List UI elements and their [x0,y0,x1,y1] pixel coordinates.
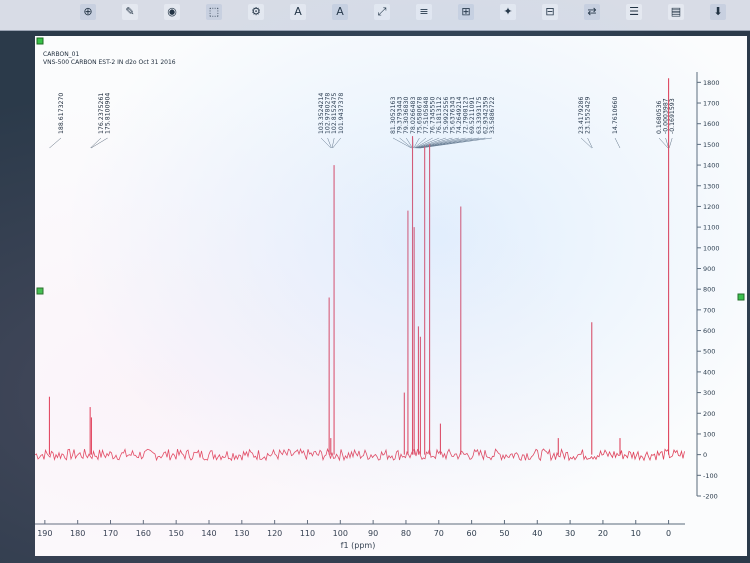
toolbar-button-11[interactable]: ⊟ [542,4,558,20]
x-tick-label: 190 [37,529,52,538]
toolbar-button-10[interactable]: ✦ [500,4,516,20]
peak-label-connector [392,137,412,149]
toolbar-button-2[interactable]: ◉ [164,4,180,20]
x-tick-label: 100 [333,529,348,538]
y-ticks: 1800170016001500140013001200110010009008… [697,79,720,501]
y-tick-label: 1200 [703,203,720,211]
y-tick-label: 1600 [703,120,720,128]
spectrum-peaks [48,78,670,455]
peak-label: 14.7610660 [612,97,619,134]
toolbar-button-1[interactable]: ✎ [122,4,138,20]
y-tick-label: 600 [703,327,715,335]
y-tick-label: -200 [703,493,718,501]
y-tick-label: 1100 [703,224,720,232]
toolbar-button-7[interactable]: ⤢ [374,4,390,20]
toolbar-button-4[interactable]: ⚙ [248,4,264,20]
x-ticks: 190 180 170 160 150 140 130 120 110 100 90 80 70 60 50… [37,520,671,538]
x-tick-label: 40 [532,529,542,538]
y-tick-label: 1700 [703,100,720,108]
y-tick-label: 1500 [703,141,720,149]
peak-label-connector [416,137,453,149]
header-line-1: CARBON_01 [43,51,80,58]
y-tick-label: -100 [703,472,718,480]
peak-label-connector [658,137,669,149]
x-tick-label: 70 [434,529,444,538]
x-tick-label: 160 [136,529,151,538]
y-tick-label: 200 [703,410,715,418]
x-tick-label: 10 [631,529,641,538]
x-tick-label: 170 [103,529,118,538]
peak-label-connector [668,137,673,149]
y-tick-label: 1000 [703,244,720,252]
spectrum-baseline-noise [34,447,685,462]
x-tick-label: 130 [234,529,249,538]
x-tick-label: 180 [70,529,85,538]
y-tick-label: 700 [703,306,715,314]
peak-label: 175.8100904 [105,93,112,134]
y-tick-label: 0 [703,451,707,459]
peak-label-connector [405,137,413,149]
toolbar-button-8[interactable]: ≡ [416,4,432,20]
peak-label-connectors [49,137,673,149]
toolbar-button-12[interactable]: ⇄ [584,4,600,20]
x-tick-label: 80 [401,529,411,538]
corner-handle-top-left[interactable] [36,37,44,45]
x-tick-label: 60 [467,529,477,538]
y-tick-label: 300 [703,389,715,397]
toolbar-button-13[interactable]: ☰ [626,4,642,20]
x-tick-label: 120 [267,529,282,538]
spectrum-canvas: CARBON_01 VNS-500 CARBON EST-2 IN d2o Oc… [34,36,747,556]
y-tick-label: 1800 [703,79,720,87]
y-tick-label: 800 [703,286,715,294]
x-tick-label: 110 [300,529,315,538]
x-tick-label: 30 [565,529,575,538]
x-tick-label: 150 [169,529,184,538]
peak-label-connector [399,137,413,149]
peak-label-connector [49,137,62,149]
header-line-2: VNS-500 CARBON EST-2 IN d2o Oct 31 2016 [43,59,176,66]
toolbar-button-14[interactable]: ▤ [668,4,684,20]
toolbar-button-9[interactable]: ⊞ [458,4,474,20]
x-tick-label: 50 [499,529,509,538]
y-tick-label: 900 [703,265,715,273]
y-tick-label: 1300 [703,182,720,190]
x-tick-label: 0 [666,529,671,538]
toolbar-button-6[interactable]: A [332,4,348,20]
peak-labels: 188.6173270 176.2375261 175.8100904 103.352… [58,93,676,134]
nmr-spectrum-chart: CARBON_01 VNS-500 CARBON EST-2 IN d2o Oc… [34,37,745,550]
corner-handle-right-mid[interactable] [737,293,745,301]
y-tick-label: 500 [703,348,715,356]
peak-label-connector [614,137,621,149]
x-tick-label: 20 [598,529,608,538]
y-tick-label: 100 [703,430,715,438]
screen: ⊕ ✎ ◉ ⬚ ⚙ A A ⤢ ≡ ⊞ ✦ ⊟ ⇄ ☰ ▤ ⬇ CARBON_01 VNS-500 CARBO… [0,0,750,563]
toolbar-button-0[interactable]: ⊕ [80,4,96,20]
peak-label: 23.1552429 [585,97,592,134]
x-axis-title: f1 (ppm) [341,541,376,550]
toolbar-button-3[interactable]: ⬚ [206,4,222,20]
toolbar: ⊕ ✎ ◉ ⬚ ⚙ A A ⤢ ≡ ⊞ ✦ ⊟ ⇄ ☰ ▤ ⬇ [0,0,750,31]
peak-label: 188.6173270 [58,93,65,134]
peak-label: 101.9437378 [338,93,345,134]
corner-handle-left-mid[interactable] [36,287,44,295]
peak-label: 33.5886722 [489,97,496,134]
toolbar-button-15[interactable]: ⬇ [710,4,726,20]
y-tick-label: 1400 [703,162,720,170]
x-tick-label: 140 [201,529,216,538]
x-tick-label: 90 [368,529,378,538]
toolbar-button-5[interactable]: A [290,4,306,20]
y-tick-label: 400 [703,368,715,376]
peak-label: -0.1691593 [669,98,676,134]
